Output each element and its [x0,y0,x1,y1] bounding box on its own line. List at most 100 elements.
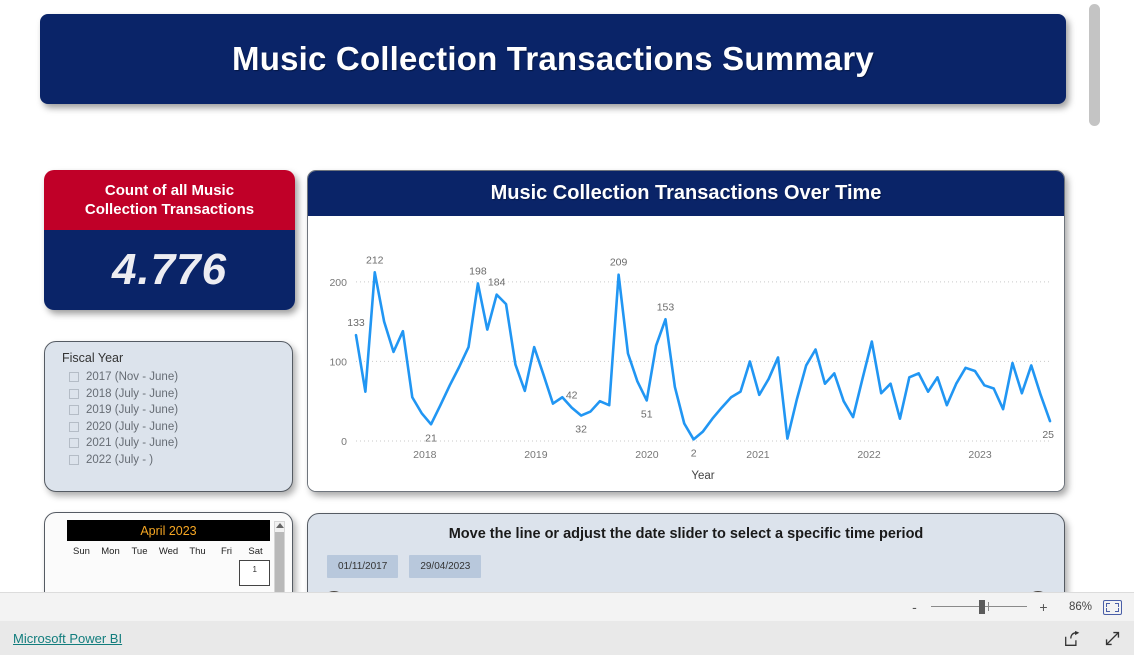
calendar-day-number: 1 [252,565,257,574]
zoom-slider-tick [988,602,989,611]
slicer-item-label: 2019 (July - June) [86,404,179,417]
line-chart-title: Music Collection Transactions Over Time [490,182,882,204]
status-bar: - + 86% [0,592,1134,621]
calendar-dow-sat: Sat [248,546,263,557]
line-chart-panel: Music Collection Transactions Over Time … [307,170,1065,492]
date-end-pill[interactable]: 29/04/2023 [409,555,482,578]
calendar-dow-fri: Fri [220,546,233,557]
data-label: 184 [488,277,506,289]
fit-to-page-icon[interactable] [1103,599,1122,615]
x-axis-tick-label: 2022 [857,449,881,461]
kpi-card-header: Count of all Music Collection Transactio… [44,170,295,230]
report-scroll-thumb[interactable] [1089,4,1100,126]
kpi-card-label-line1: Count of all Music [104,181,235,199]
kpi-card-value: 4.776 [111,245,228,294]
data-label: 153 [657,301,675,313]
zoom-in-button[interactable]: + [1038,599,1049,615]
scroll-up-arrow-icon[interactable] [276,523,284,528]
data-label: 42 [566,390,578,402]
zoom-level-label: 86% [1068,601,1092,613]
calendar-cell-empty [124,560,153,586]
slicer-title: Fiscal Year [62,351,124,365]
report-title-banner: Music Collection Transactions Summary [40,14,1066,104]
calendar-month-header[interactable]: April 2023 [67,520,270,541]
slicer-item-2019[interactable]: 2019 (July - June) [57,402,280,419]
footer-bar: Microsoft Power BI [0,621,1134,655]
zoom-slider-handle[interactable] [979,600,985,614]
report-canvas: Music Collection Transactions Summary Co… [0,0,1110,592]
slicer-item-label: 2018 (July - June) [86,387,179,400]
y-axis-tick-label: 0 [341,436,347,448]
checkbox-icon[interactable] [69,405,79,416]
checkbox-icon[interactable] [69,388,79,399]
date-start-pill[interactable]: 01/11/2017 [327,555,399,578]
y-axis-tick-label: 200 [329,277,347,289]
slicer-item-label: 2022 (July - ) [86,453,154,466]
footer-actions [1064,630,1121,647]
calendar-dow-mon: Mon [101,546,120,557]
line-chart-plot-area[interactable]: 0 100 200 2018 2019 2020 2021 2022 2023 Year 133 21… [308,216,1064,492]
power-bi-brand-link[interactable]: Microsoft Power BI [13,631,122,646]
checkbox-icon[interactable] [69,438,79,449]
x-axis-tick-label: 2023 [968,449,992,461]
calendar-dow-wed: Wed [158,546,179,557]
checkbox-icon[interactable] [69,421,79,432]
zoom-out-button[interactable]: - [909,599,920,615]
line-chart-svg[interactable]: 01002002018 2019 2020 2021 2022 2023Year13321… [308,216,1064,492]
kpi-card-label: Count of all Music Collection Transactio… [85,181,254,219]
calendar-scroll-thumb[interactable] [275,532,284,592]
x-axis-tick-label: 2018 [413,449,437,461]
fullscreen-icon[interactable] [1104,630,1121,647]
kpi-card-transaction-count[interactable]: Count of all Music Collection Transactio… [44,170,295,310]
calendar-dow-tue: Tue [131,546,148,557]
calendar-slicer[interactable]: April 2023 Sun Mon Tue Wed Thu Fri Sat 1 [44,512,293,592]
data-label: 212 [366,254,384,266]
slicer-item-label: 2017 (Nov - June) [86,371,179,384]
report-vertical-scrollbar[interactable] [1089,4,1100,592]
kpi-card-label-line2: Collection Transactions [84,201,255,218]
chart-series-line[interactable] [354,271,1052,441]
checkbox-icon[interactable] [69,454,79,465]
slicer-item-label: 2021 (July - June) [86,437,179,450]
data-label: 25 [1042,429,1054,441]
checkbox-icon[interactable] [69,372,79,383]
calendar-cell-empty [96,560,125,586]
slicer-item-label: 2020 (July - June) [86,420,179,433]
zoom-slider[interactable] [931,600,1027,614]
date-slider-panel[interactable]: Move the line or adjust the date slider … [307,513,1065,592]
date-slider-instruction: Move the line or adjust the date slider … [448,526,924,542]
line-chart-header: Music Collection Transactions Over Time [308,171,1064,216]
slicer-item-2017[interactable]: 2017 (Nov - June) [57,369,280,386]
data-label: 209 [610,257,628,269]
data-label: 21 [425,432,437,444]
x-axis-tick-label: 2020 [635,449,659,461]
x-axis-tick-label: 2019 [524,449,548,461]
calendar-week-row: 1 [67,560,271,586]
date-range-pills: 01/11/2017 29/04/2023 [327,555,1064,578]
slicer-item-2020[interactable]: 2020 (July - June) [57,419,280,436]
calendar-dow-thu: Thu [189,546,206,557]
slicer-item-2022[interactable]: 2022 (July - ) [57,452,280,469]
data-label: 32 [575,424,587,436]
calendar-scrollbar[interactable] [274,521,285,592]
calendar-cell-empty [211,560,240,586]
calendar-cell-empty [182,560,211,586]
slicer-item-2021[interactable]: 2021 (July - June) [57,435,280,452]
data-label: 198 [469,265,487,277]
calendar-dow-sun: Sun [73,546,90,557]
data-label: 51 [641,408,653,420]
fiscal-year-slicer[interactable]: Fiscal Year 2017 (Nov - June) 2018 (July… [44,341,293,492]
data-label: 133 [347,317,365,329]
share-icon[interactable] [1064,630,1081,647]
y-axis-tick-label: 100 [329,356,347,368]
x-axis-tick-label: 2021 [746,449,770,461]
x-axis-title: Year [691,470,714,482]
data-label: 2 [691,447,697,459]
kpi-card-body: 4.776 [44,230,295,310]
power-bi-report-viewer: Music Collection Transactions Summary Co… [0,0,1134,655]
slicer-item-2018[interactable]: 2018 (July - June) [57,386,280,403]
calendar-day-headers: Sun Mon Tue Wed Thu Fri Sat [67,546,270,557]
calendar-cell-empty [153,560,182,586]
calendar-day-cell[interactable]: 1 [239,560,271,586]
calendar-cell-empty [67,560,96,586]
